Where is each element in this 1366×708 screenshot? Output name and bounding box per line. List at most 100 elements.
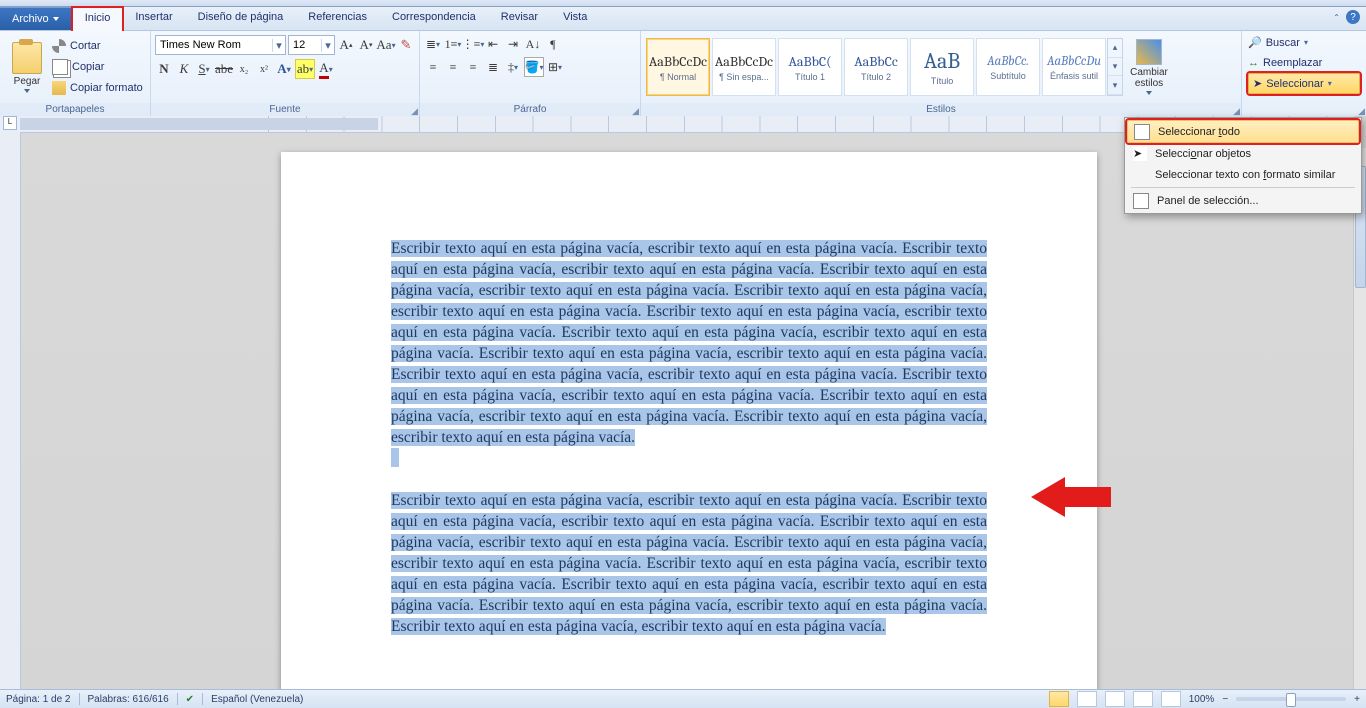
- cut-button[interactable]: Cortar: [52, 36, 143, 56]
- style-6[interactable]: AaBbCcDuÉnfasis sutil: [1042, 38, 1106, 96]
- statusbar: Página: 1 de 2 Palabras: 616/616 ✔ Españ…: [0, 689, 1366, 708]
- status-page[interactable]: Página: 1 de 2: [6, 694, 71, 705]
- scroll-down-icon[interactable]: ▾: [1108, 58, 1122, 77]
- binoculars-icon: 🔎: [1248, 36, 1262, 49]
- text-effects-button[interactable]: A▾: [275, 60, 293, 78]
- vertical-scrollbar[interactable]: [1353, 148, 1366, 690]
- underline-button[interactable]: S▾: [195, 60, 213, 78]
- font-family-select[interactable]: ▾: [155, 35, 286, 55]
- tab-vista[interactable]: Vista: [551, 7, 600, 30]
- tab-file[interactable]: Archivo: [0, 7, 72, 30]
- help-icon[interactable]: ?: [1346, 10, 1360, 24]
- zoom-out-button[interactable]: −: [1222, 694, 1228, 705]
- ribbon: Pegar Cortar Copiar Copiar formato Porta…: [0, 31, 1366, 118]
- numbering-button[interactable]: 1≡▾: [444, 35, 462, 53]
- select-objects-item[interactable]: ➤ Seleccionar objetos: [1127, 143, 1359, 164]
- dec-indent-button[interactable]: ⇤: [484, 35, 502, 53]
- borders-button[interactable]: ⊞▾: [546, 58, 564, 76]
- bullets-button[interactable]: ≣▾: [424, 35, 442, 53]
- clipboard-icon: [12, 42, 42, 74]
- format-painter-button[interactable]: Copiar formato: [52, 78, 143, 98]
- find-button[interactable]: 🔎Buscar ▾: [1248, 33, 1360, 52]
- replace-button[interactable]: ↔Reemplazar: [1248, 53, 1360, 72]
- clear-format-button[interactable]: ✎: [397, 36, 415, 54]
- tab-inicio[interactable]: Inicio: [72, 7, 124, 31]
- styles-more-icon[interactable]: ▾: [1108, 76, 1122, 95]
- menubar: Archivo Inicio Insertar Diseño de página…: [0, 7, 1366, 31]
- status-language[interactable]: Español (Venezuela): [211, 694, 303, 705]
- view-print-layout-button[interactable]: [1049, 691, 1069, 707]
- minimize-ribbon-icon[interactable]: ⌃: [1333, 13, 1340, 22]
- tab-revisar[interactable]: Revisar: [489, 7, 551, 30]
- italic-button[interactable]: K: [175, 60, 193, 78]
- select-dropdown: Seleccionar todo ➤ Seleccionar objetos S…: [1124, 117, 1362, 214]
- cursor-icon: ➤: [1253, 77, 1262, 90]
- select-button[interactable]: ➤Seleccionar ▾: [1248, 73, 1360, 94]
- sort-button[interactable]: A↓: [524, 35, 542, 53]
- tab-selector-icon[interactable]: L: [3, 116, 17, 130]
- grow-font-button[interactable]: A▴: [337, 36, 355, 54]
- font-color-button[interactable]: A▾: [317, 60, 335, 78]
- strike-button[interactable]: abe: [215, 60, 233, 78]
- view-draft-button[interactable]: [1161, 691, 1181, 707]
- shading-button[interactable]: 🪣▾: [524, 57, 544, 77]
- group-label-styles: Estilos: [641, 103, 1241, 117]
- select-all-item[interactable]: Seleccionar todo: [1127, 120, 1359, 143]
- view-web-button[interactable]: [1105, 691, 1125, 707]
- styles-scroll[interactable]: ▴ ▾ ▾: [1107, 38, 1123, 96]
- highlight-button[interactable]: ab▾: [295, 59, 315, 79]
- brush-icon: [52, 81, 66, 95]
- inc-indent-button[interactable]: ⇥: [504, 35, 522, 53]
- superscript-button[interactable]: x²: [255, 60, 273, 78]
- zoom-level[interactable]: 100%: [1189, 694, 1215, 705]
- copy-button[interactable]: Copiar: [52, 57, 143, 77]
- font-launcher-icon[interactable]: ◢: [408, 106, 418, 116]
- style-1[interactable]: AaBbCcDc¶ Sin espa...: [712, 38, 776, 96]
- selected-text: Escribir texto aquí en esta página vacía…: [391, 492, 987, 635]
- change-styles-button[interactable]: Cambiar estilos: [1123, 36, 1175, 98]
- view-full-read-button[interactable]: [1077, 691, 1097, 707]
- selection-pane-item[interactable]: Panel de selección...: [1127, 190, 1359, 211]
- change-styles-icon: [1136, 39, 1162, 65]
- tab-diseno[interactable]: Diseño de página: [186, 7, 297, 30]
- clipboard-launcher-icon[interactable]: ◢: [1355, 106, 1365, 116]
- paste-button[interactable]: Pegar: [4, 36, 50, 98]
- bold-button[interactable]: N: [155, 60, 173, 78]
- zoom-slider[interactable]: [1236, 697, 1346, 701]
- style-4[interactable]: AaBTítulo: [910, 38, 974, 96]
- change-case-button[interactable]: Aa▾: [377, 36, 395, 54]
- tab-referencias[interactable]: Referencias: [296, 7, 380, 30]
- shrink-font-button[interactable]: A▾: [357, 36, 375, 54]
- callout-arrow: [1031, 477, 1111, 517]
- zoom-in-button[interactable]: +: [1354, 694, 1360, 705]
- style-2[interactable]: AaBbC(Título 1: [778, 38, 842, 96]
- cursor-icon: ➤: [1133, 147, 1147, 161]
- view-outline-button[interactable]: [1133, 691, 1153, 707]
- show-marks-button[interactable]: ¶: [544, 35, 562, 53]
- select-similar-item[interactable]: Seleccionar texto con formato similar: [1127, 164, 1359, 185]
- document-page[interactable]: Escribir texto aquí en esta página vacía…: [281, 152, 1097, 690]
- align-right-button[interactable]: ≡: [464, 58, 482, 76]
- tab-correspondencia[interactable]: Correspondencia: [380, 7, 489, 30]
- status-words[interactable]: Palabras: 616/616: [88, 694, 169, 705]
- styles-launcher-icon[interactable]: ◢: [1230, 106, 1240, 116]
- replace-icon: ↔: [1248, 57, 1259, 69]
- group-label-font: Fuente: [151, 103, 419, 117]
- styles-gallery[interactable]: AaBbCcDc¶ NormalAaBbCcDc¶ Sin espa...AaB…: [645, 37, 1107, 97]
- align-center-button[interactable]: ≡: [444, 58, 462, 76]
- ruler-vertical[interactable]: L: [0, 116, 21, 690]
- line-spacing-button[interactable]: ‡▾: [504, 58, 522, 76]
- font-size-select[interactable]: ▾: [288, 35, 335, 55]
- subscript-button[interactable]: x₂: [235, 60, 253, 78]
- style-0[interactable]: AaBbCcDc¶ Normal: [646, 38, 710, 96]
- scroll-up-icon[interactable]: ▴: [1108, 39, 1122, 58]
- justify-button[interactable]: ≣: [484, 58, 502, 76]
- tab-insertar[interactable]: Insertar: [123, 7, 185, 30]
- scissors-icon: [52, 39, 66, 53]
- style-5[interactable]: AaBbCc.Subtítulo: [976, 38, 1040, 96]
- status-proofing-icon[interactable]: ✔: [186, 694, 194, 705]
- align-left-button[interactable]: ≡: [424, 58, 442, 76]
- multilevel-button[interactable]: ⋮≡▾: [464, 35, 482, 53]
- paragraph-launcher-icon[interactable]: ◢: [629, 106, 639, 116]
- style-3[interactable]: AaBbCcTítulo 2: [844, 38, 908, 96]
